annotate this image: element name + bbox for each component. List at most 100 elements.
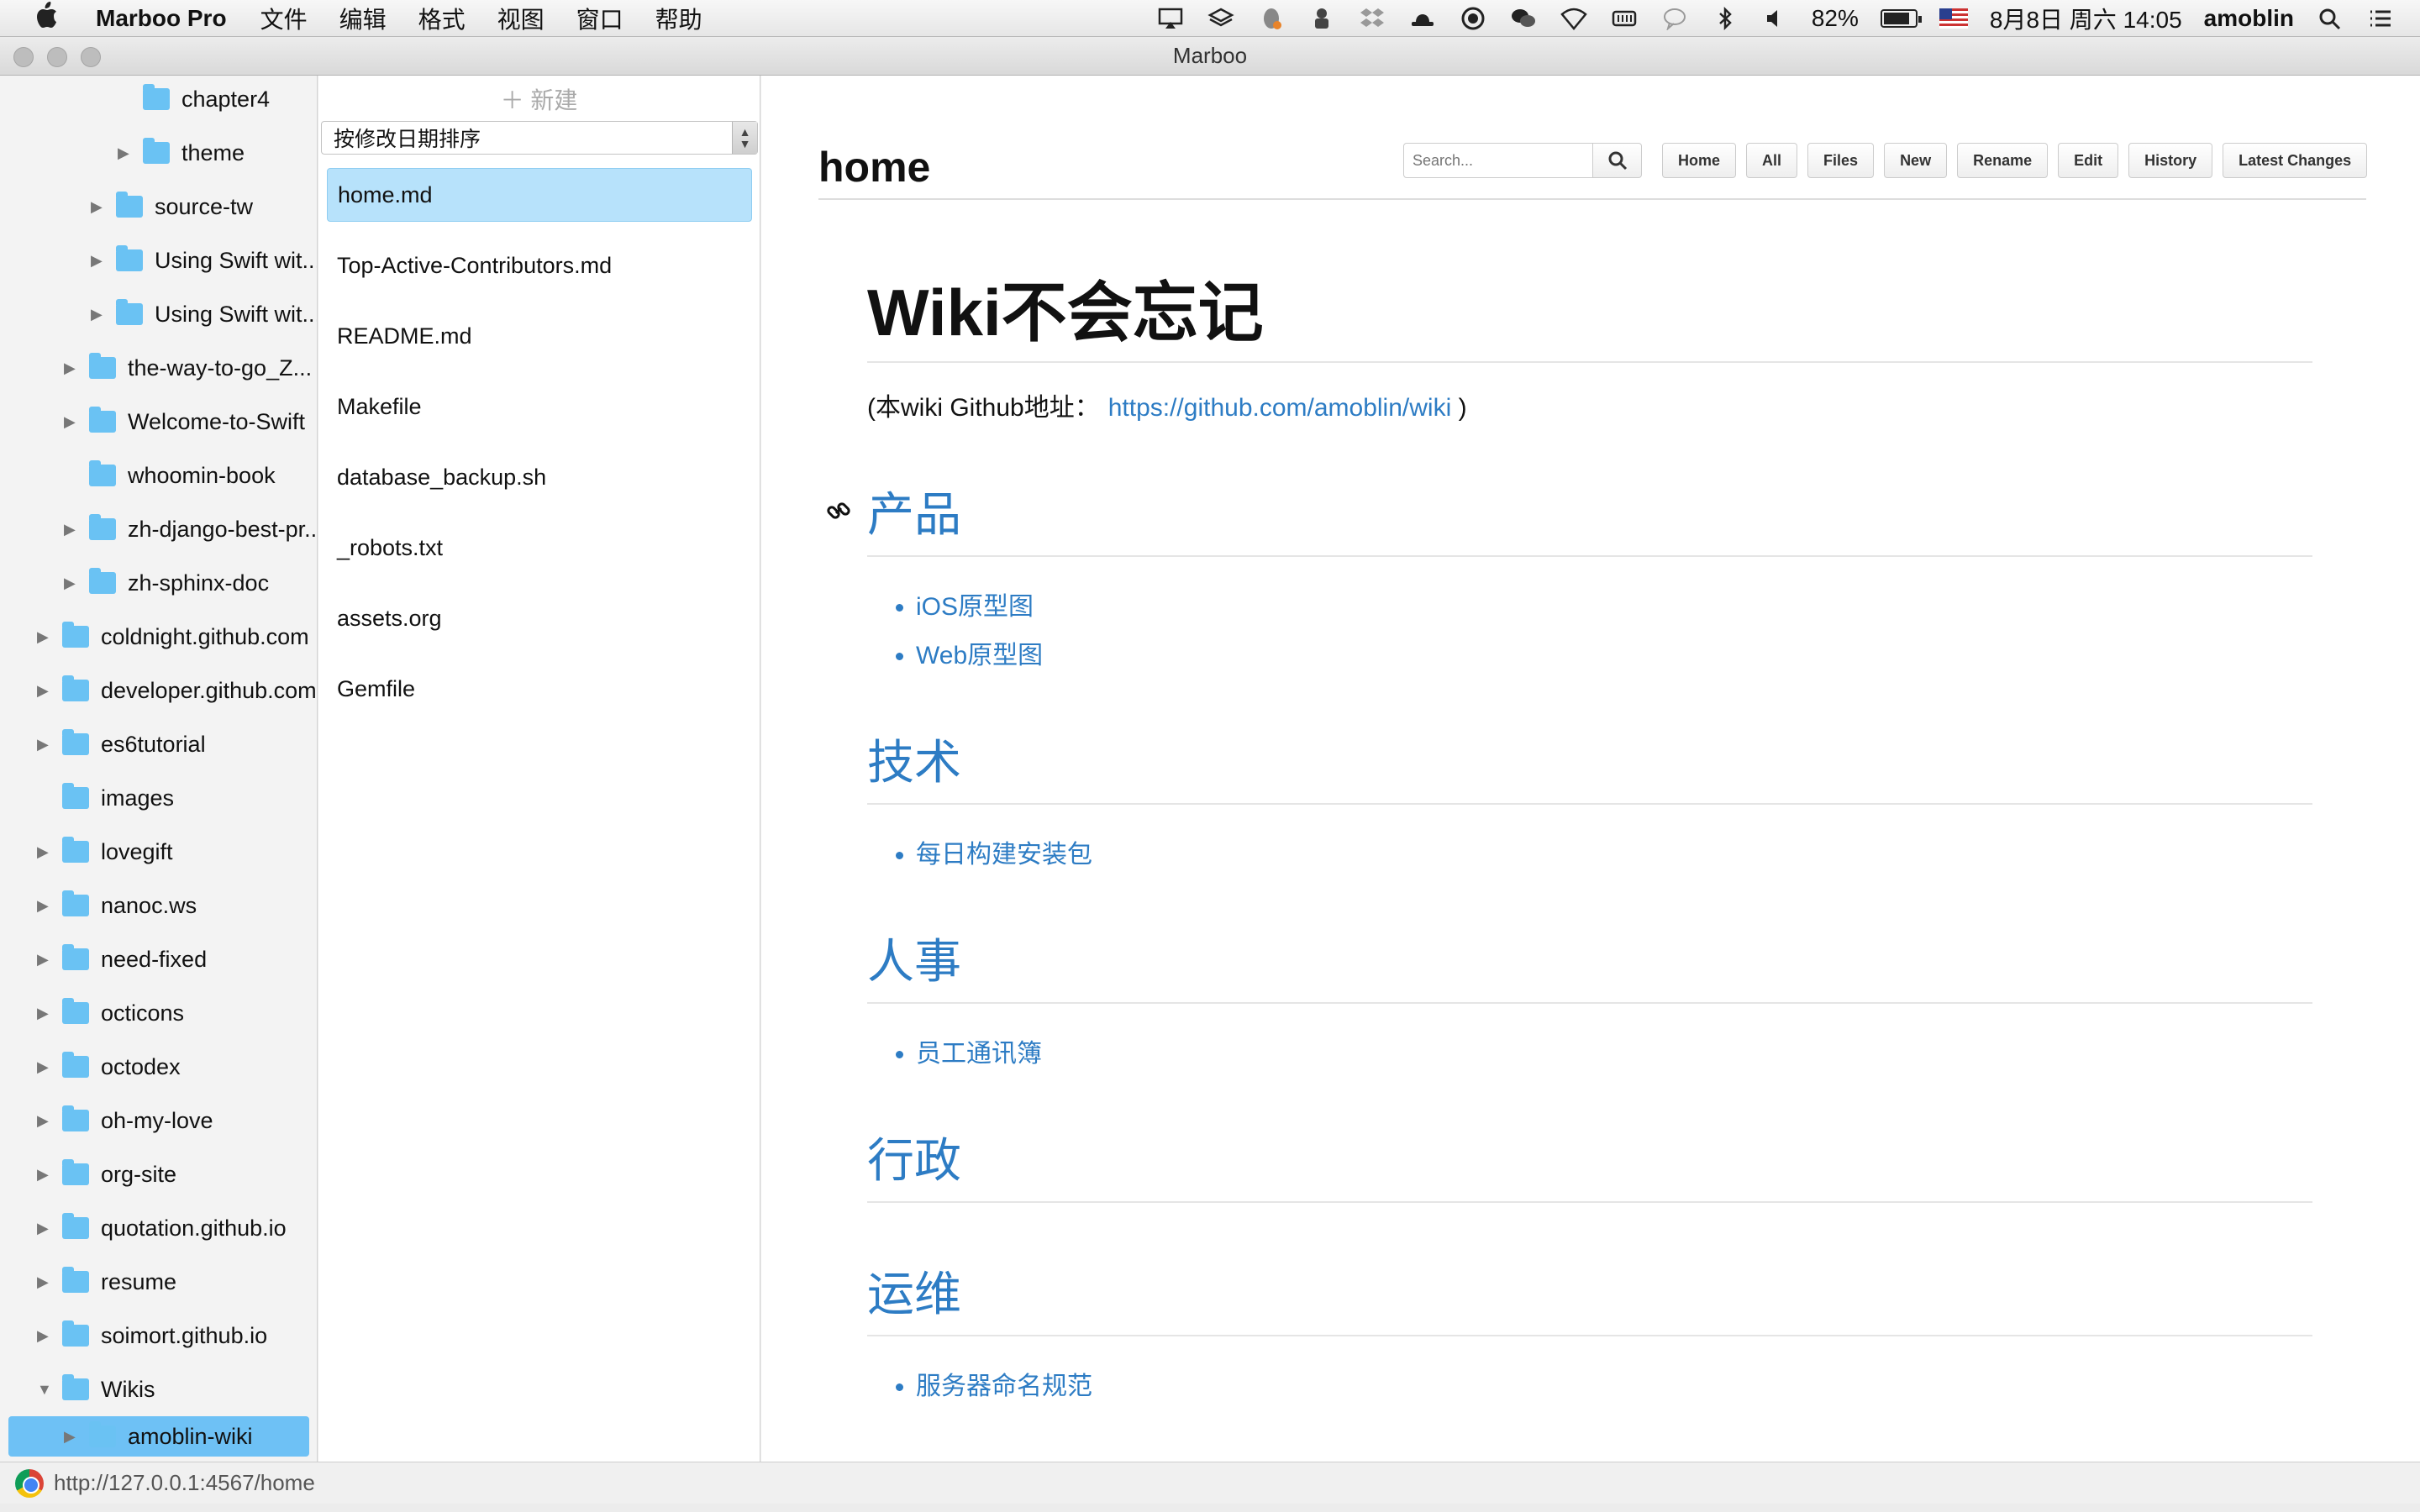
wiki-link[interactable]: 每日构建安装包: [916, 833, 2312, 870]
tree-item[interactable]: images: [37, 774, 174, 822]
file-item[interactable]: _robots.txt: [327, 521, 752, 575]
expand-arrow-icon[interactable]: ▶: [37, 1273, 55, 1291]
expand-arrow-icon[interactable]: ▶: [37, 1166, 55, 1184]
tree-item[interactable]: ▶ es6tutorial: [37, 721, 206, 768]
hat-icon[interactable]: [1408, 6, 1437, 31]
tree-item[interactable]: ▶ oh-my-love: [37, 1097, 213, 1144]
battery-icon[interactable]: [1880, 9, 1922, 28]
app-name-menu[interactable]: Marboo Pro: [96, 5, 227, 32]
tree-item[interactable]: ▶ org-site: [37, 1151, 176, 1198]
rename-button[interactable]: Rename: [1957, 143, 2049, 178]
tree-item[interactable]: ▶ Welcome-to-Swift: [64, 398, 305, 445]
file-item[interactable]: assets.org: [327, 591, 752, 645]
tree-item[interactable]: ▶ Using Swift wit...: [91, 291, 317, 338]
expand-arrow-icon[interactable]: ▶: [37, 1327, 55, 1345]
section-heading[interactable]: 行政: [867, 1123, 2312, 1203]
tree-item[interactable]: ▶ theme: [118, 129, 245, 176]
volume-icon[interactable]: [1761, 6, 1790, 31]
menu-format[interactable]: 格式: [418, 2, 466, 35]
expand-arrow-icon[interactable]: ▶: [91, 306, 109, 323]
notification-bubble-icon[interactable]: [1660, 6, 1689, 31]
search-input[interactable]: [1403, 143, 1593, 178]
user-name-menu[interactable]: amoblin: [2204, 5, 2294, 32]
section-heading[interactable]: 人事: [867, 924, 2312, 1004]
menu-help[interactable]: 帮助: [655, 2, 702, 35]
home-button[interactable]: Home: [1662, 143, 1737, 178]
file-item[interactable]: README.md: [327, 309, 752, 363]
file-item-selected[interactable]: home.md: [327, 168, 752, 222]
select-stepper-icon[interactable]: ▲ ▼: [732, 122, 757, 154]
battery-percentage[interactable]: 82%: [1812, 5, 1859, 32]
tree-item[interactable]: ▶ zh-django-best-pr...: [64, 506, 317, 553]
collapse-arrow-icon[interactable]: ▼: [37, 1381, 55, 1399]
tree-item[interactable]: ▶ quotation.github.io: [37, 1205, 287, 1252]
expand-arrow-icon[interactable]: ▶: [37, 897, 55, 915]
menu-view[interactable]: 视图: [497, 2, 544, 35]
robot-icon[interactable]: [1307, 6, 1336, 31]
tree-item[interactable]: ▼ Wikis: [37, 1366, 155, 1413]
edit-button[interactable]: Edit: [2058, 143, 2119, 178]
keyboard-icon[interactable]: [1610, 6, 1639, 31]
notification-center-icon[interactable]: [2366, 6, 2395, 31]
expand-arrow-icon[interactable]: ▶: [37, 736, 55, 753]
dropbox-icon[interactable]: [1358, 6, 1386, 31]
repo-link[interactable]: https://github.com/amoblin/wiki: [1108, 394, 1452, 422]
expand-arrow-icon[interactable]: ▶: [37, 1112, 55, 1130]
expand-arrow-icon[interactable]: ▶: [64, 521, 82, 538]
zoom-button[interactable]: [81, 47, 101, 67]
expand-arrow-icon[interactable]: ▶: [64, 360, 82, 377]
new-page-button[interactable]: New: [1884, 143, 1948, 178]
close-button[interactable]: [13, 47, 34, 67]
file-item[interactable]: Top-Active-Contributors.md: [327, 239, 752, 292]
wiki-link[interactable]: Web原型图: [916, 634, 2312, 671]
bluetooth-icon[interactable]: [1711, 6, 1739, 31]
tree-item[interactable]: ▶ nanoc.ws: [37, 882, 197, 929]
sort-select[interactable]: 按修改日期排序 ▲ ▼: [321, 121, 758, 155]
search-button[interactable]: [1593, 143, 1642, 178]
new-file-button[interactable]: ＋ 新建: [318, 82, 760, 116]
minimize-button[interactable]: [47, 47, 67, 67]
menu-window[interactable]: 窗口: [576, 2, 623, 35]
latest-changes-button[interactable]: Latest Changes: [2223, 143, 2368, 178]
tree-item[interactable]: ▶ octicons: [37, 990, 184, 1037]
tree-item[interactable]: ▶ the-way-to-go_Z...: [64, 344, 312, 391]
file-item[interactable]: Gemfile: [327, 662, 752, 716]
tree-item-selected[interactable]: ▶ amoblin-wiki: [8, 1416, 309, 1457]
airplay-icon[interactable]: [1156, 6, 1185, 31]
apple-icon[interactable]: [34, 1, 67, 36]
layers-icon[interactable]: [1207, 6, 1235, 31]
expand-arrow-icon[interactable]: ▶: [37, 1058, 55, 1076]
section-heading[interactable]: 产品: [867, 477, 2312, 557]
expand-arrow-icon[interactable]: ▶: [37, 682, 55, 700]
tree-item[interactable]: ▶ Using Swift wit...: [91, 237, 317, 284]
file-item[interactable]: Makefile: [327, 380, 752, 433]
files-button[interactable]: Files: [1807, 143, 1875, 178]
tree-item[interactable]: ▶ zh-sphinx-doc: [64, 559, 269, 606]
wechat-icon[interactable]: [1509, 6, 1538, 31]
clock[interactable]: 8月8日 周六 14:05: [1990, 2, 2182, 35]
all-button[interactable]: All: [1746, 143, 1798, 178]
qq-icon[interactable]: [1257, 6, 1286, 31]
tree-item[interactable]: ▶ lovegift: [37, 828, 173, 875]
tree-item[interactable]: ▶ resume: [37, 1258, 176, 1305]
expand-arrow-icon[interactable]: ▶: [64, 1428, 82, 1446]
file-item[interactable]: database_backup.sh: [327, 450, 752, 504]
tree-item[interactable]: ▶ octodex: [37, 1043, 181, 1090]
expand-arrow-icon[interactable]: ▶: [91, 198, 109, 216]
wiki-link[interactable]: iOS原型图: [916, 585, 2312, 622]
expand-arrow-icon[interactable]: ▶: [118, 144, 136, 162]
expand-arrow-icon[interactable]: ▶: [37, 843, 55, 861]
tree-item[interactable]: ▶ source-tw: [91, 183, 253, 230]
menu-edit[interactable]: 编辑: [339, 2, 387, 35]
record-icon[interactable]: [1459, 6, 1487, 31]
tree-item[interactable]: whoomin-book: [64, 452, 276, 499]
wiki-link[interactable]: 员工通讯簿: [916, 1032, 2312, 1069]
spotlight-search-icon[interactable]: [2316, 6, 2344, 31]
section-heading[interactable]: 技术: [867, 725, 2312, 805]
expand-arrow-icon[interactable]: ▶: [64, 413, 82, 431]
expand-arrow-icon[interactable]: ▶: [37, 1005, 55, 1022]
us-flag-input-icon[interactable]: [1939, 8, 1968, 29]
expand-arrow-icon[interactable]: ▶: [37, 628, 55, 646]
tree-item[interactable]: ▶ soimort.github.io: [37, 1312, 267, 1359]
expand-arrow-icon[interactable]: ▶: [91, 252, 109, 270]
